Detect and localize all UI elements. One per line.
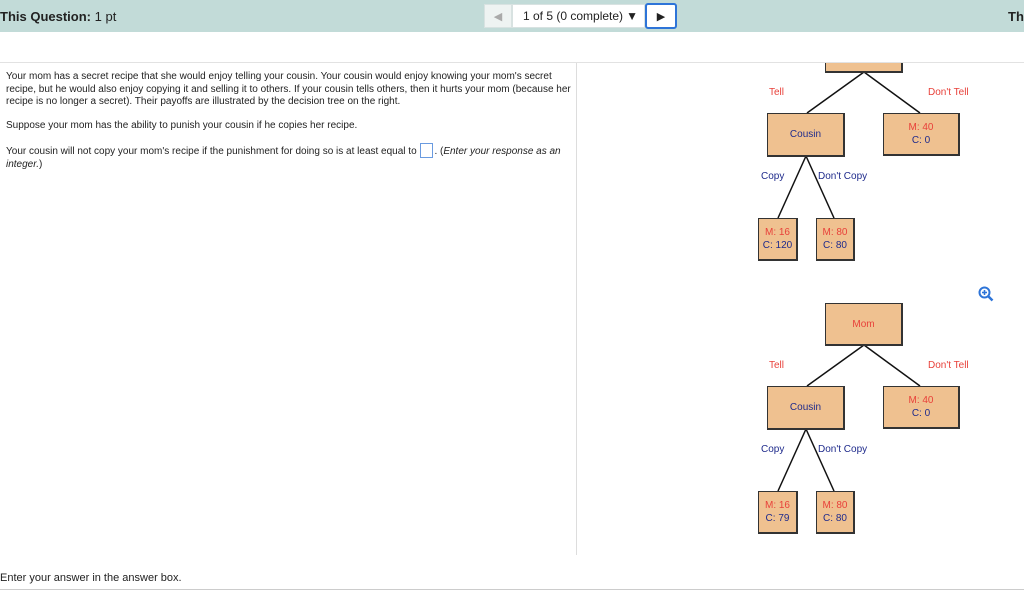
node-mom: Mom: [825, 63, 903, 73]
branch-label-tell: Tell: [769, 360, 785, 371]
mom-payoff: M: 16: [764, 500, 790, 511]
branch-label-copy: Copy: [761, 171, 785, 182]
node-label: Mom: [852, 318, 875, 330]
prompt-text: Your cousin will not copy your mom's rec…: [6, 146, 417, 157]
answer-instructions: Enter your answer in the answer box.: [0, 572, 182, 584]
divider: [0, 589, 1024, 590]
question-navigator: ◀ 1 of 5 (0 complete) ▼ ▶: [484, 3, 677, 29]
question-paragraph: Suppose your mom has the ability to puni…: [6, 119, 358, 131]
edge-dont-tell: [863, 344, 921, 387]
prompt-text: . (: [434, 146, 444, 157]
branch-label-copy: Copy: [761, 444, 785, 455]
prompt-text: ): [38, 158, 43, 170]
answer-input[interactable]: [420, 143, 434, 158]
branch-label-tell: Tell: [769, 87, 785, 98]
cousin-payoff: C: 0: [911, 135, 931, 146]
question-paragraph: Your mom has a secret recipe that she wo…: [6, 71, 571, 107]
node-label: Cousin: [789, 129, 822, 140]
edge-dont-copy: [805, 155, 835, 219]
branch-label-dont-tell: Don't Tell: [928, 360, 969, 371]
chevron-left-icon: ◀: [493, 10, 503, 23]
edge-tell: [806, 344, 865, 387]
cousin-payoff: C: 79: [765, 513, 790, 524]
node-mom: Mom: [825, 303, 903, 346]
next-question-button[interactable]: ▶: [644, 3, 677, 29]
node-cousin: Cousin: [767, 386, 845, 430]
mom-payoff: M: 80: [822, 500, 848, 511]
payoff-dont-copy: M: 80 C: 80: [816, 491, 855, 534]
points-value: 1 pt: [94, 9, 117, 24]
payoff-copy: M: 16 C: 79: [758, 491, 798, 534]
zoom-in-icon[interactable]: [978, 286, 994, 302]
decision-tree: Mom Tell Don't Tell Cousin M: 40 C: 0 Cop…: [577, 63, 1024, 263]
payoff-dont-tell: M: 40 C: 0: [883, 113, 960, 156]
previous-question-button[interactable]: ◀: [484, 4, 512, 28]
question-label: This Question:: [0, 9, 91, 24]
edge-dont-tell: [863, 71, 921, 114]
question-text: Your mom has a secret recipe that she wo…: [6, 71, 574, 182]
node-cousin: Cousin: [767, 113, 845, 157]
cousin-payoff: C: 0: [911, 408, 931, 419]
question-select-dropdown[interactable]: 1 of 5 (0 complete) ▼: [512, 4, 645, 28]
edge-tell: [806, 71, 865, 114]
decision-tree: Mom Tell Don't Tell Cousin M: 40 C: 0 Cop…: [577, 240, 1024, 536]
question-header: This Question: 1 pt ◀ 1 of 5 (0 complete…: [0, 0, 1024, 32]
mom-payoff: M: 80: [822, 227, 848, 238]
cousin-payoff: C: 80: [823, 513, 847, 524]
payoff-dont-tell: M: 40 C: 0: [883, 386, 960, 429]
mom-payoff: M: 40: [908, 395, 934, 406]
branch-label-dont-copy: Don't Copy: [818, 171, 868, 182]
caret-down-icon: ▼: [626, 9, 638, 23]
mom-payoff: M: 40: [908, 122, 934, 133]
node-label: Cousin: [789, 402, 822, 413]
question-points: This Question: 1 pt: [0, 9, 116, 24]
decision-tree-panel: Mom Tell Don't Tell Cousin M: 40 C: 0 Cop…: [577, 63, 1024, 555]
branch-label-dont-copy: Don't Copy: [818, 444, 868, 455]
mom-payoff: M: 16: [764, 227, 790, 238]
question-prompt: Your cousin will not copy your mom's rec…: [6, 143, 574, 171]
edge-dont-copy: [805, 428, 835, 492]
branch-label-dont-tell: Don't Tell: [928, 87, 969, 98]
edge-copy: [777, 155, 807, 219]
question-position: 1 of 5 (0 complete): [523, 9, 624, 23]
edge-copy: [777, 428, 807, 492]
chevron-right-icon: ▶: [656, 10, 666, 23]
header-right-label: Thi: [1008, 9, 1024, 24]
